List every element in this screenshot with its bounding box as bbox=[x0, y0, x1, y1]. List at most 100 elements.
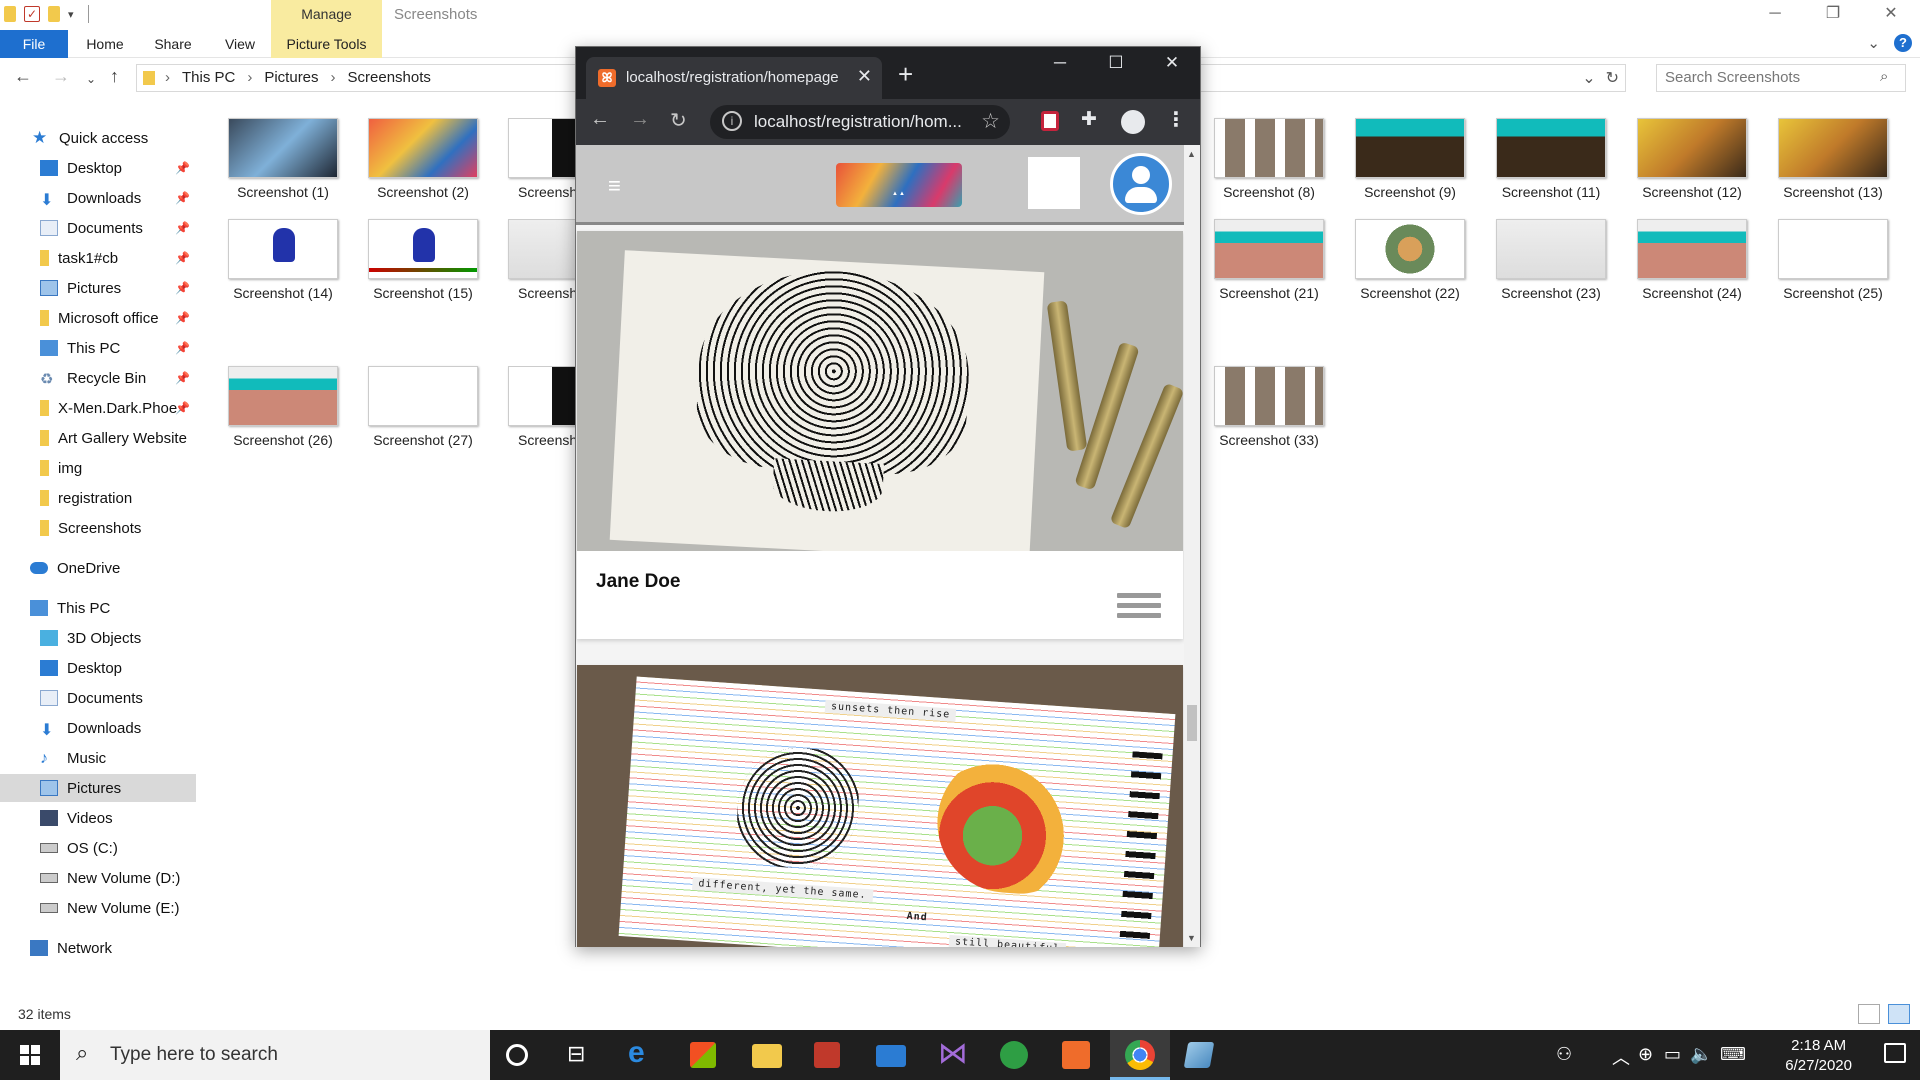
sidebar-item-this-pc[interactable]: This PC bbox=[0, 594, 196, 622]
expand-ribbon-icon[interactable]: ⌄ bbox=[1867, 34, 1880, 52]
search-icon[interactable]: ⌕ bbox=[1880, 68, 1912, 85]
sidebar-item-network[interactable]: Network bbox=[0, 934, 196, 962]
file-thumbnail[interactable]: Screenshot (12) bbox=[1627, 118, 1757, 212]
file-thumbnail[interactable]: Screenshot (9) bbox=[1345, 118, 1475, 212]
close-tab-icon[interactable]: ✕ bbox=[857, 66, 872, 87]
folder-icon[interactable] bbox=[4, 6, 16, 22]
minimize-button[interactable]: ─ bbox=[1746, 0, 1804, 30]
breadcrumb-screenshots[interactable]: Screenshots bbox=[348, 69, 431, 86]
sidebar-item-documents[interactable]: Documents 📌 bbox=[0, 214, 196, 242]
bookmark-star-icon[interactable]: ☆ bbox=[981, 109, 1000, 134]
tab-file[interactable]: File bbox=[0, 30, 68, 58]
maximize-button[interactable]: ☐ bbox=[1088, 47, 1144, 79]
sidebar-item-quick-access[interactable]: ★ Quick access bbox=[0, 124, 196, 152]
extensions-puzzle-icon[interactable]: ✚ bbox=[1081, 108, 1097, 131]
restore-button[interactable]: ❐ bbox=[1804, 0, 1862, 30]
info-icon[interactable]: i bbox=[722, 111, 742, 131]
people-icon[interactable]: ⚇ bbox=[1556, 1044, 1572, 1065]
edge-icon[interactable]: e bbox=[628, 1036, 660, 1069]
file-thumbnail[interactable]: Screenshot (8) bbox=[1204, 118, 1334, 212]
card-menu-icon[interactable] bbox=[1117, 593, 1161, 623]
sidebar-item-screenshots[interactable]: Screenshots bbox=[0, 514, 196, 542]
extension-shield-icon[interactable] bbox=[1041, 111, 1059, 131]
sidebar-item-registration[interactable]: registration bbox=[0, 484, 196, 512]
sidebar-item-drive-c[interactable]: OS (C:) bbox=[0, 834, 196, 862]
sidebar-item-microsoft-office[interactable]: Microsoft office 📌 bbox=[0, 304, 196, 332]
forward-arrow-icon[interactable]: → bbox=[52, 66, 70, 87]
sidebar-item-onedrive[interactable]: OneDrive bbox=[0, 554, 196, 582]
taskbar-search[interactable]: ⌕ Type here to search bbox=[60, 1030, 490, 1080]
tab-home[interactable]: Home bbox=[82, 30, 128, 58]
sidebar-item-pictures-quick[interactable]: Pictures 📌 bbox=[0, 274, 196, 302]
site-logo[interactable]: ▲▲ bbox=[836, 163, 962, 207]
notifications-icon[interactable] bbox=[1884, 1043, 1906, 1063]
header-blank-box[interactable] bbox=[1028, 157, 1080, 209]
file-thumbnail[interactable]: Screenshot (11) bbox=[1486, 118, 1616, 212]
sidebar-item-pictures-pc[interactable]: Pictures bbox=[0, 774, 196, 802]
sidebar-item-recycle-bin[interactable]: ♻ Recycle Bin 📌 bbox=[0, 364, 196, 392]
new-folder-icon[interactable] bbox=[48, 6, 60, 22]
store-icon[interactable] bbox=[690, 1042, 716, 1068]
file-thumbnail[interactable]: Screenshot (24) bbox=[1627, 219, 1757, 313]
scroll-down-icon[interactable]: ▼ bbox=[1187, 933, 1196, 943]
file-thumbnail[interactable]: Screensh bbox=[500, 366, 576, 460]
file-thumbnail[interactable]: Screenshot (2) bbox=[358, 118, 488, 212]
scrollbar-thumb[interactable] bbox=[1187, 705, 1197, 741]
file-explorer-icon[interactable] bbox=[752, 1044, 782, 1068]
file-thumbnail[interactable]: Screensh bbox=[500, 219, 576, 313]
artwork-card[interactable]: Jane Doe bbox=[577, 231, 1183, 639]
menu-dots-icon[interactable]: ⋮ bbox=[1166, 107, 1186, 132]
chevron-down-icon[interactable]: ⌄ bbox=[1582, 68, 1595, 88]
recent-locations-icon[interactable]: ⌄ bbox=[86, 72, 96, 86]
tab-share[interactable]: Share bbox=[150, 30, 196, 58]
file-thumbnail[interactable]: Screenshot (27) bbox=[358, 366, 488, 460]
chevron-up-icon[interactable]: ︿ bbox=[1612, 1044, 1630, 1070]
task-view-icon[interactable]: ⊟ bbox=[567, 1041, 599, 1073]
sidebar-item-task1cb[interactable]: task1#cb 📌 bbox=[0, 244, 196, 272]
file-thumbnail[interactable]: Screenshot (22) bbox=[1345, 219, 1475, 313]
xampp-icon[interactable] bbox=[1062, 1041, 1090, 1069]
artwork-card[interactable]: sunsets then rise different, yet the sam… bbox=[577, 665, 1183, 947]
customize-toolbar-icon[interactable]: ▾ bbox=[68, 8, 74, 21]
sidebar-item-desktop[interactable]: Desktop 📌 bbox=[0, 154, 196, 182]
sidebar-item-3d-objects[interactable]: 3D Objects bbox=[0, 624, 196, 652]
file-thumbnail[interactable]: Screenshot (25) bbox=[1768, 219, 1898, 313]
page-scrollbar[interactable]: ▲ ▼ bbox=[1184, 145, 1200, 947]
hamburger-menu-icon[interactable]: ≡ bbox=[608, 173, 621, 199]
sidebar-item-drive-e[interactable]: New Volume (E:) bbox=[0, 894, 196, 922]
file-thumbnail[interactable]: Screenshot (33) bbox=[1204, 366, 1334, 460]
sidebar-item-img[interactable]: img bbox=[0, 454, 196, 482]
sidebar-item-this-pc-quick[interactable]: This PC 📌 bbox=[0, 334, 196, 362]
tab-view[interactable]: View bbox=[220, 30, 260, 58]
file-thumbnail[interactable]: Screenshot (23) bbox=[1486, 219, 1616, 313]
file-thumbnail[interactable]: Screenshot (21) bbox=[1204, 219, 1334, 313]
taskbar-clock[interactable]: 2:18 AM 6/27/2020 bbox=[1785, 1036, 1852, 1076]
scroll-up-icon[interactable]: ▲ bbox=[1187, 149, 1196, 159]
visual-studio-icon[interactable]: ⋈ bbox=[938, 1036, 970, 1070]
close-button[interactable]: ✕ bbox=[1144, 47, 1200, 79]
help-icon[interactable]: ? bbox=[1894, 34, 1912, 52]
sidebar-item-downloads[interactable]: ⬇ Downloads 📌 bbox=[0, 184, 196, 212]
start-button[interactable] bbox=[0, 1030, 60, 1080]
properties-icon[interactable]: ✓ bbox=[24, 6, 40, 22]
snipping-tool-icon[interactable] bbox=[1183, 1042, 1215, 1068]
file-thumbnail[interactable]: Screenshot (26) bbox=[218, 366, 348, 460]
sidebar-item-art-gallery[interactable]: Art Gallery Website bbox=[0, 424, 196, 452]
search-input[interactable]: Search Screenshots bbox=[1656, 64, 1906, 92]
back-arrow-icon[interactable]: ← bbox=[590, 108, 610, 131]
refresh-icon[interactable]: ↻ bbox=[1606, 68, 1619, 88]
breadcrumb-pictures[interactable]: Pictures bbox=[264, 69, 318, 86]
file-thumbnail[interactable]: Screenshot (13) bbox=[1768, 118, 1898, 212]
browser-tab[interactable]: ꕤ localhost/registration/homepage ✕ bbox=[586, 57, 882, 99]
sidebar-item-music[interactable]: ♪ Music bbox=[0, 744, 196, 772]
user-avatar-icon[interactable] bbox=[1110, 153, 1172, 215]
file-thumbnail[interactable]: Screenshot (15) bbox=[358, 219, 488, 313]
sidebar-item-documents-pc[interactable]: Documents bbox=[0, 684, 196, 712]
sidebar-item-videos[interactable]: Videos bbox=[0, 804, 196, 832]
battery-icon[interactable]: ▭ bbox=[1664, 1044, 1681, 1065]
details-view-icon[interactable] bbox=[1858, 1004, 1880, 1024]
cortana-icon[interactable] bbox=[506, 1044, 528, 1066]
manage-tab[interactable]: Manage bbox=[271, 0, 382, 30]
file-thumbnail[interactable]: Screensh bbox=[500, 118, 576, 212]
globe-icon[interactable]: ⊕ bbox=[1638, 1044, 1653, 1065]
